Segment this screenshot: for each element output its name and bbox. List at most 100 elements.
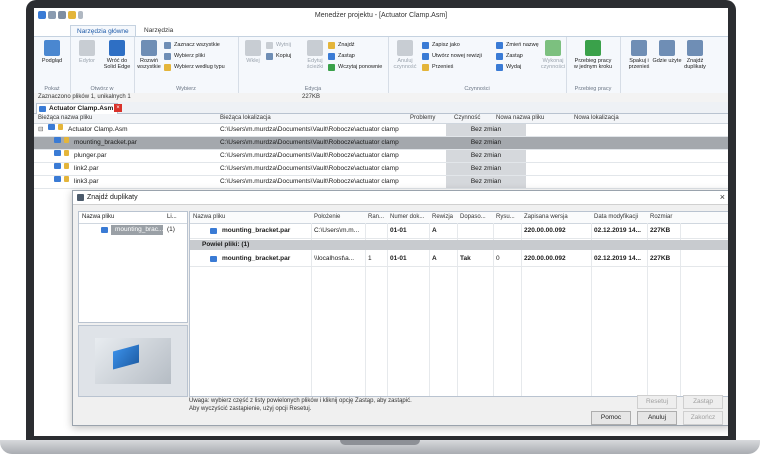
where-used-icon bbox=[659, 40, 675, 56]
col-doc-number[interactable]: Numer dok... bbox=[390, 212, 424, 223]
preview-icon bbox=[44, 40, 60, 56]
part-icon bbox=[101, 227, 108, 233]
cancel-action-icon bbox=[397, 40, 413, 56]
col-match[interactable]: Dopaso... bbox=[460, 212, 486, 223]
col-size[interactable]: Rozmiar bbox=[650, 212, 672, 223]
find-duplicates-dialog: Znajdź duplikaty × Nazwa pliku Li... mou… bbox=[72, 190, 728, 426]
release-icon bbox=[496, 64, 503, 71]
col-drawing[interactable]: Rysu... bbox=[496, 212, 515, 223]
paste-button[interactable]: Wklej bbox=[238, 40, 268, 64]
select-all-button[interactable]: Zaznacz wszystkie bbox=[164, 41, 220, 50]
lock-icon bbox=[64, 163, 69, 169]
perform-actions-button[interactable]: Wykonaj czynności bbox=[538, 40, 568, 70]
duplicate-groups-list: Nazwa pliku Li... mounting_brac... (1) bbox=[78, 211, 188, 323]
release-button[interactable]: Wydaj bbox=[496, 63, 521, 72]
find-duplicates-button[interactable]: Znajdź duplikaty bbox=[680, 40, 710, 70]
perform-actions-icon bbox=[545, 40, 561, 56]
col-current-location[interactable]: Bieżąca lokalizacja bbox=[220, 114, 271, 123]
col-action[interactable]: Czynność bbox=[454, 114, 480, 123]
col-file-name[interactable]: Nazwa pliku bbox=[82, 212, 114, 223]
col-location[interactable]: Położenie bbox=[314, 212, 340, 223]
table-row[interactable]: mounting_bracket.par C:\Users\m.m... 01-… bbox=[190, 224, 728, 239]
save-as-icon bbox=[422, 42, 429, 49]
select-files-button[interactable]: Wybierz pliki bbox=[164, 52, 205, 61]
find-button[interactable]: Znajdź bbox=[328, 41, 355, 50]
table-row[interactable]: plunger.par C:\Users\m.murdza\Documents\… bbox=[34, 150, 728, 163]
tab-tools[interactable]: Narzędzia bbox=[138, 25, 179, 36]
lock-icon bbox=[64, 137, 69, 143]
close-icon[interactable]: × bbox=[720, 191, 725, 204]
col-new-location[interactable]: Nowa lokalizacja bbox=[574, 114, 619, 123]
doc-tab-actuator[interactable]: Actuator Clamp.Asm bbox=[36, 103, 119, 114]
document-tabs: Actuator Clamp.Asm × bbox=[34, 102, 728, 114]
replace-button[interactable]: Zastąp bbox=[328, 52, 355, 61]
replace-action-button[interactable]: Zastąp bbox=[496, 52, 523, 61]
part-icon bbox=[54, 150, 61, 156]
table-row[interactable]: mounting_bracket.par \\localhost\a... 1 … bbox=[190, 252, 728, 267]
ribbon-tabs: Narzędzia główne Narzędzia bbox=[34, 24, 728, 37]
copy-button[interactable]: Kopiuj bbox=[266, 52, 291, 61]
close-icon[interactable]: × bbox=[114, 104, 122, 112]
col-modified-date[interactable]: Data modyfikacji bbox=[594, 212, 638, 223]
col-rank[interactable]: Ran... bbox=[368, 212, 384, 223]
select-type-icon bbox=[164, 64, 171, 71]
new-revision-icon bbox=[422, 53, 429, 60]
replace-action-icon bbox=[496, 53, 503, 60]
duplicates-group-separator: Powiel pliki: (1) bbox=[190, 240, 728, 250]
laptop-notch bbox=[340, 440, 420, 445]
table-row[interactable]: mounting_bracket.par C:\Users\m.murdza\D… bbox=[34, 137, 728, 150]
title-bar: Menedżer projektu - [Actuator Clamp.Asm] bbox=[34, 8, 728, 25]
help-button[interactable]: Pomoc bbox=[591, 411, 631, 425]
ribbon-group-extra: Spakuj i przenieś Gdzie użyte Znajdź dup… bbox=[620, 37, 728, 93]
ribbon-group-workflow: Przebieg pracy w jednym kroku Przebieg p… bbox=[566, 37, 621, 93]
one-step-workflow-button[interactable]: Przebieg pracy w jednym kroku bbox=[572, 40, 614, 70]
cancel-action-button[interactable]: Anuluj czynność bbox=[390, 40, 420, 70]
select-by-type-button[interactable]: Wybierz według typu bbox=[164, 63, 225, 72]
pack-and-go-button[interactable]: Spakuj i przenieś bbox=[624, 40, 654, 70]
find-duplicates-icon bbox=[687, 40, 703, 56]
table-row[interactable]: link2.par C:\Users\m.murdza\Documents\Va… bbox=[34, 163, 728, 176]
reload-button[interactable]: Wczytaj ponownie bbox=[328, 63, 382, 72]
preview-button[interactable]: Podgląd bbox=[37, 40, 67, 64]
col-count[interactable]: Li... bbox=[167, 212, 177, 223]
edit-paths-button[interactable]: Edytuj ścieżki bbox=[300, 40, 330, 70]
col-revision[interactable]: Rewizja bbox=[432, 212, 453, 223]
col-new-name[interactable]: Nowa nazwa pliku bbox=[496, 114, 544, 123]
cut-icon bbox=[266, 42, 273, 49]
col-name[interactable]: Nazwa pliku bbox=[193, 212, 225, 223]
ribbon-group-open: Edytor Wróć do Solid Edge Otwórz w bbox=[70, 37, 135, 93]
dialog-icon bbox=[77, 194, 84, 201]
cancel-button[interactable]: Anuluj bbox=[637, 411, 677, 425]
list-item[interactable]: mounting_brac... (1) bbox=[81, 225, 185, 235]
app-window: Menedżer projektu - [Actuator Clamp.Asm]… bbox=[34, 8, 728, 436]
where-used-button[interactable]: Gdzie użyte bbox=[652, 40, 682, 64]
col-problems[interactable]: Problemy bbox=[410, 114, 435, 123]
save-as-button[interactable]: Zapisz jako bbox=[422, 41, 460, 50]
part-icon bbox=[54, 176, 61, 182]
table-row[interactable]: link3.par C:\Users\m.murdza\Documents\Va… bbox=[34, 176, 728, 189]
left-list-header: Nazwa pliku Li... bbox=[79, 212, 187, 224]
select-all-icon bbox=[164, 42, 171, 49]
selection-size: 227KB bbox=[302, 94, 321, 100]
editor-button[interactable]: Edytor bbox=[72, 40, 102, 64]
editor-icon bbox=[79, 40, 95, 56]
rename-button[interactable]: Zmień nazwę bbox=[496, 41, 539, 50]
back-to-solid-edge-button[interactable]: Wróć do Solid Edge bbox=[102, 40, 132, 70]
ribbon-group-edit: Wklej Wytnij Kopiuj Edytuj ścieżki Znajd… bbox=[238, 37, 389, 93]
cut-button[interactable]: Wytnij bbox=[266, 41, 291, 50]
paste-icon bbox=[245, 40, 261, 56]
solid-edge-icon bbox=[109, 40, 125, 56]
expand-all-button[interactable]: Rozwiń wszystkie bbox=[134, 40, 164, 70]
new-revision-button[interactable]: Utwórz nowej rewizji bbox=[422, 52, 482, 61]
replace-button[interactable]: Zastąp bbox=[683, 395, 723, 409]
reset-button[interactable]: Resetuj bbox=[637, 395, 677, 409]
col-current-name[interactable]: Bieżąca nazwa pliku bbox=[38, 114, 92, 123]
selection-status: Zaznaczono plików 1, unikalnych 1 bbox=[38, 94, 131, 100]
finish-button[interactable]: Zakończ bbox=[683, 411, 723, 425]
part-icon bbox=[210, 256, 217, 262]
table-row[interactable]: ⊟ Actuator Clamp.Asm C:\Users\m.murdza\D… bbox=[34, 124, 728, 137]
lock-icon bbox=[64, 176, 69, 182]
move-button[interactable]: Przenieś bbox=[422, 63, 453, 72]
collapse-icon[interactable]: ⊟ bbox=[38, 124, 43, 136]
col-saved-version[interactable]: Zapisana wersja bbox=[524, 212, 568, 223]
